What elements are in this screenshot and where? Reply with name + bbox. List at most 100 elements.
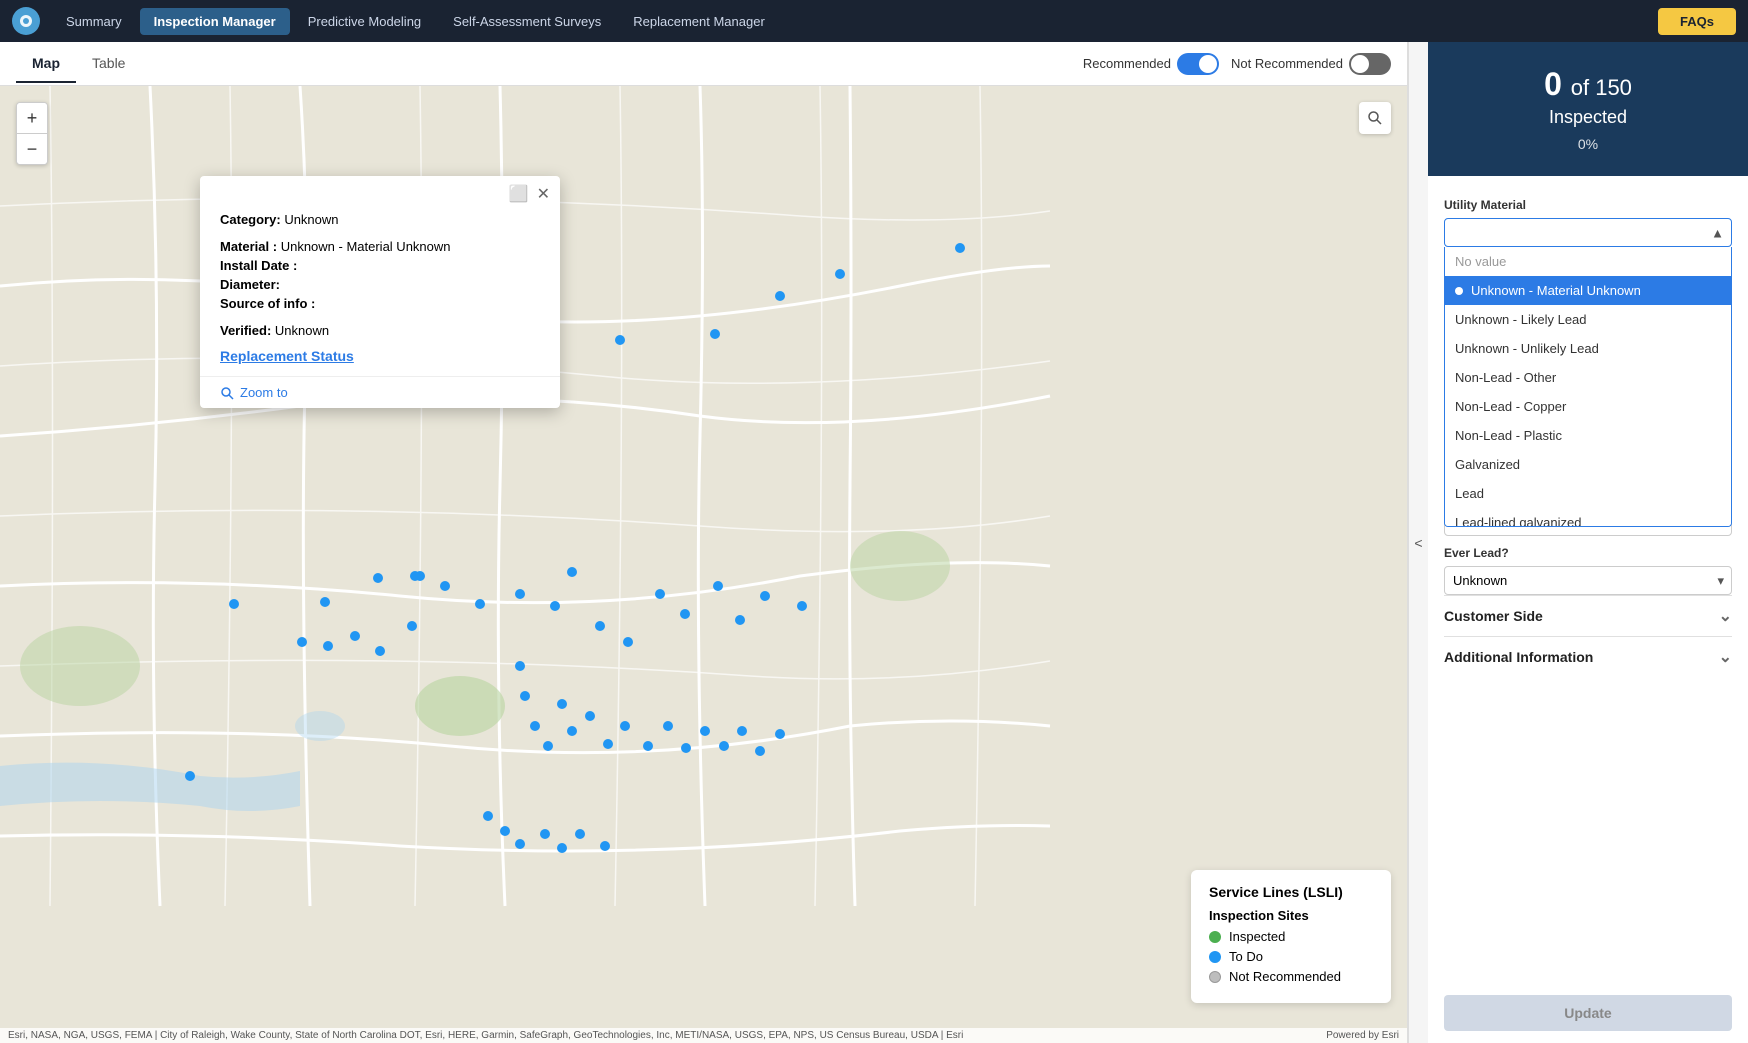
nav-replacement-manager[interactable]: Replacement Manager xyxy=(619,8,779,35)
map-tabs-bar: Map Table Recommended Not Recommended xyxy=(0,42,1407,86)
zoom-controls: + − xyxy=(16,102,48,165)
side-content: Utility Material ▲ No value Unknown - Ma… xyxy=(1428,176,1748,983)
not-recommended-toggle[interactable] xyxy=(1349,53,1391,75)
legend-dot-not-recommended xyxy=(1209,971,1221,983)
app-logo xyxy=(12,7,40,35)
stats-label: Inspected xyxy=(1444,107,1732,128)
popup-category: Category: Unknown xyxy=(220,212,540,227)
dropdown-option-label-selected: Unknown - Material Unknown xyxy=(1471,283,1641,298)
recommended-toggle-knob xyxy=(1199,55,1217,73)
top-navigation: Summary Inspection Manager Predictive Mo… xyxy=(0,0,1748,42)
update-button[interactable]: Update xyxy=(1444,995,1732,1031)
legend-dot-todo xyxy=(1209,951,1221,963)
zoom-in-button[interactable]: + xyxy=(17,103,47,133)
popup-diameter-label: Diameter: xyxy=(220,277,280,292)
dropdown-option-no-value[interactable]: No value xyxy=(1445,247,1731,276)
popup-diameter: Diameter: xyxy=(220,277,540,292)
popup-material-value: Unknown - Material Unknown xyxy=(281,239,451,254)
map-credits: Esri, NASA, NGA, USGS, FEMA | City of Ra… xyxy=(0,1028,1407,1043)
dropdown-option-label-5: Non-Lead - Copper xyxy=(1455,399,1566,414)
dropdown-option-label-6: Non-Lead - Plastic xyxy=(1455,428,1562,443)
collapse-icon: < xyxy=(1414,535,1422,551)
recommended-toggle[interactable] xyxy=(1177,53,1219,75)
dropdown-option-lead[interactable]: Lead xyxy=(1445,479,1731,508)
tab-table[interactable]: Table xyxy=(76,45,141,83)
nav-summary[interactable]: Summary xyxy=(52,8,136,35)
map-popup: ⬜ ✕ Category: Unknown Material : Unknown… xyxy=(200,176,560,408)
dropdown-option-lead-lined[interactable]: Lead-lined galvanized xyxy=(1445,508,1731,527)
legend-item-todo: To Do xyxy=(1209,949,1373,964)
panel-collapse-button[interactable]: < xyxy=(1408,42,1428,1043)
customer-side-section[interactable]: Customer Side ⌄ xyxy=(1444,595,1732,636)
map-panel: Map Table Recommended Not Recommended xyxy=(0,42,1408,1043)
dropdown-option-label-4: Non-Lead - Other xyxy=(1455,370,1556,385)
popup-verified-value: Unknown xyxy=(275,323,329,338)
popup-body: Category: Unknown Material : Unknown - M… xyxy=(200,204,560,376)
stats-count: 0 xyxy=(1544,66,1562,102)
customer-side-label: Customer Side xyxy=(1444,608,1543,624)
map-container[interactable]: + − ⬜ ✕ Category: xyxy=(0,86,1407,1043)
legend-subtitle: Inspection Sites xyxy=(1209,908,1373,923)
dropdown-option-label-7: Galvanized xyxy=(1455,457,1520,472)
popup-source: Source of info : xyxy=(220,296,540,311)
recommended-label: Recommended xyxy=(1083,56,1171,71)
map-credits-left: Esri, NASA, NGA, USGS, FEMA | City of Ra… xyxy=(8,1030,963,1041)
tab-map[interactable]: Map xyxy=(16,45,76,83)
dropdown-option-unknown-unlikely-lead[interactable]: Unknown - Unlikely Lead xyxy=(1445,334,1731,363)
ever-lead-label: Ever Lead? xyxy=(1444,546,1732,560)
customer-side-chevron-icon: ⌄ xyxy=(1719,606,1732,626)
stats-of: of 150 xyxy=(1571,75,1632,100)
ever-lead-select-wrapper: Unknown Yes No ▾ xyxy=(1444,566,1732,595)
popup-material-label: Material : xyxy=(220,239,277,254)
map-search-button[interactable] xyxy=(1359,102,1391,134)
nav-predictive-modeling[interactable]: Predictive Modeling xyxy=(294,8,435,35)
dropdown-option-galvanized[interactable]: Galvanized xyxy=(1445,450,1731,479)
popup-install-date: Install Date : xyxy=(220,258,540,273)
dropdown-option-non-lead-plastic[interactable]: Non-Lead - Plastic xyxy=(1445,421,1731,450)
stats-count-line: 0 of 150 xyxy=(1444,66,1732,103)
popup-install-date-label: Install Date : xyxy=(220,258,297,273)
legend-label-inspected: Inspected xyxy=(1229,929,1285,944)
popup-zoom-to[interactable]: Zoom to xyxy=(200,376,560,408)
dropdown-option-unknown-material-unknown[interactable]: Unknown - Material Unknown xyxy=(1445,276,1731,305)
dropdown-option-unknown-likely-lead[interactable]: Unknown - Likely Lead xyxy=(1445,305,1731,334)
additional-info-label: Additional Information xyxy=(1444,649,1593,665)
dropdown-option-non-lead-other[interactable]: Non-Lead - Other xyxy=(1445,363,1731,392)
nav-inspection-manager[interactable]: Inspection Manager xyxy=(140,8,290,35)
legend-item-inspected: Inspected xyxy=(1209,929,1373,944)
selected-item-dot xyxy=(1455,287,1463,295)
popup-category-label: Category: xyxy=(220,212,281,227)
dropdown-option-non-lead-copper[interactable]: Non-Lead - Copper xyxy=(1445,392,1731,421)
popup-expand-icon[interactable]: ⬜ xyxy=(509,184,529,204)
legend-label-not-recommended: Not Recommended xyxy=(1229,969,1341,984)
additional-info-chevron-icon: ⌄ xyxy=(1719,647,1732,667)
utility-material-input[interactable] xyxy=(1444,218,1732,247)
legend-title: Service Lines (LSLI) xyxy=(1209,884,1373,900)
legend-item-not-recommended: Not Recommended xyxy=(1209,969,1373,984)
not-recommended-toggle-group: Not Recommended xyxy=(1231,53,1391,75)
popup-zoom-to-label: Zoom to xyxy=(240,385,288,400)
map-credits-right: Powered by Esri xyxy=(1326,1030,1399,1041)
ever-lead-select[interactable]: Unknown Yes No xyxy=(1444,566,1732,595)
main-layout: Map Table Recommended Not Recommended xyxy=(0,42,1748,1043)
recommended-toggle-group: Recommended xyxy=(1083,53,1219,75)
popup-close-icon[interactable]: ✕ xyxy=(537,184,550,204)
stats-header: 0 of 150 Inspected 0% xyxy=(1428,42,1748,176)
stats-pct: 0% xyxy=(1444,136,1732,152)
faqs-button[interactable]: FAQs xyxy=(1658,8,1736,35)
additional-info-section[interactable]: Additional Information ⌄ xyxy=(1444,636,1732,677)
dropdown-option-label-8: Lead xyxy=(1455,486,1484,501)
popup-verified-label: Verified: xyxy=(220,323,271,338)
popup-replacement-status-link[interactable]: Replacement Status xyxy=(220,348,540,364)
dropdown-option-label-2: Unknown - Likely Lead xyxy=(1455,312,1587,327)
dropdown-option-label-9: Lead-lined galvanized xyxy=(1455,515,1581,527)
not-recommended-label: Not Recommended xyxy=(1231,56,1343,71)
dropdown-option-label-3: Unknown - Unlikely Lead xyxy=(1455,341,1599,356)
legend-label-todo: To Do xyxy=(1229,949,1263,964)
map-legend: Service Lines (LSLI) Inspection Sites In… xyxy=(1191,870,1391,1003)
nav-self-assessment[interactable]: Self-Assessment Surveys xyxy=(439,8,615,35)
utility-material-dropdown-wrapper: ▲ No value Unknown - Material Unknown Un… xyxy=(1444,218,1732,247)
legend-dot-inspected xyxy=(1209,931,1221,943)
zoom-out-button[interactable]: − xyxy=(17,134,47,164)
map-toggles: Recommended Not Recommended xyxy=(1083,53,1391,75)
